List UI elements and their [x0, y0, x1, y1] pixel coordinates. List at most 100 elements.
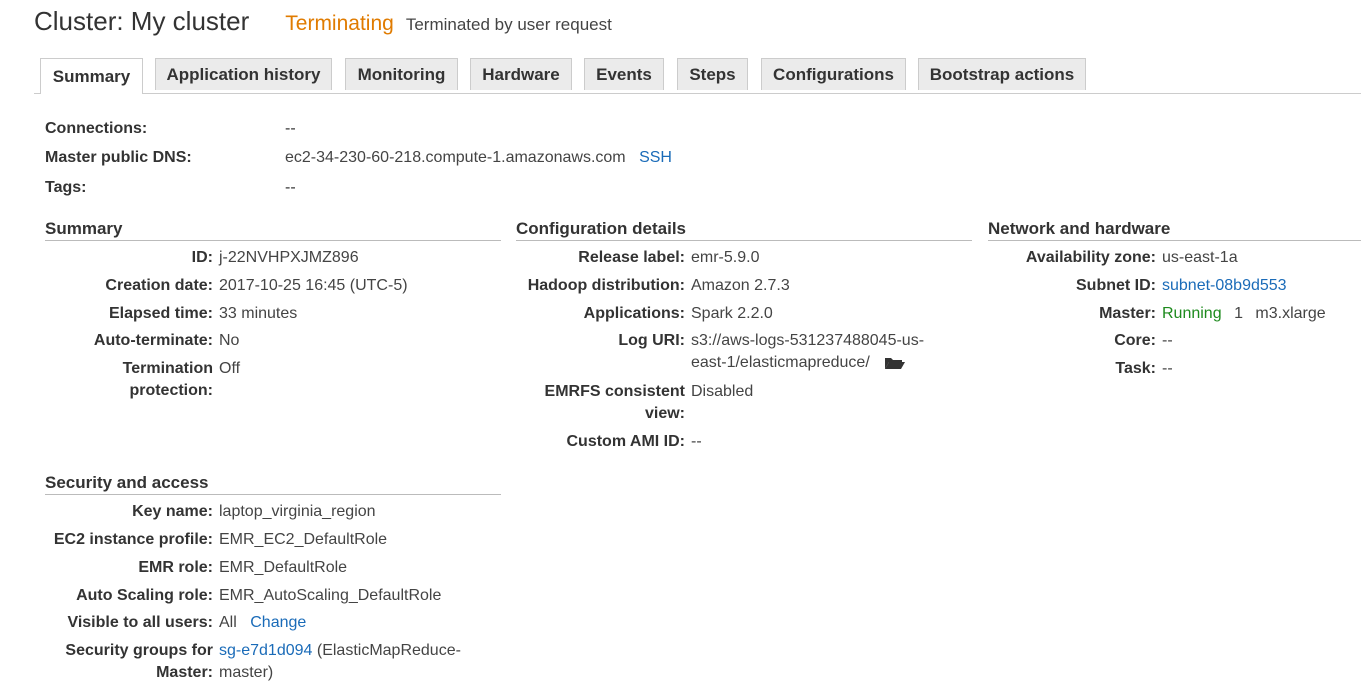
tab-steps[interactable]: Steps: [677, 58, 748, 90]
log-value-1: s3://aws-logs-531237488045-us-: [691, 332, 925, 349]
sg-link[interactable]: sg-e7d1d094: [219, 642, 312, 659]
log-label: Log URI:: [618, 332, 685, 349]
apps-row: Applications:: [516, 303, 685, 325]
task-row: Task:: [988, 358, 1156, 380]
elapsed-label: Elapsed time:: [108, 305, 213, 322]
az-row: Availability zone:: [988, 247, 1156, 269]
key-label: Key name:: [132, 503, 213, 520]
cluster-status: Terminating: [285, 12, 394, 35]
subnet-label: Subnet ID:: [1076, 277, 1156, 294]
emrfs-label-1: EMRFS consistent: [544, 383, 685, 400]
key-row: Key name:: [45, 501, 213, 523]
profile-value: EMR_EC2_DefaultRole: [219, 531, 388, 548]
core-value: --: [1162, 332, 1173, 349]
task-label: Task:: [1115, 360, 1156, 377]
autoterm-value: No: [219, 332, 240, 349]
config-section-title: Configuration details: [516, 219, 972, 241]
dns-label: Master public DNS:: [45, 149, 192, 166]
id-row: ID:: [45, 247, 213, 269]
dns-value: ec2-34-230-60-218.compute-1.amazonaws.co…: [285, 149, 626, 166]
emrfs-value: Disabled: [691, 383, 754, 400]
master-value: Running 1 m3.xlarge: [1162, 305, 1326, 323]
summary-section-title: Summary: [45, 219, 501, 241]
log-value-line-2: east-1/elasticmapreduce/: [691, 354, 906, 372]
tab-events[interactable]: Events: [584, 58, 664, 90]
elapsed-value: 33 minutes: [219, 305, 298, 322]
profile-label: EC2 instance profile:: [53, 531, 213, 548]
folder-open-icon[interactable]: [884, 356, 906, 370]
ssh-link[interactable]: SSH: [639, 149, 672, 166]
master-type: m3.xlarge: [1255, 305, 1326, 322]
emrfs-row: EMRFS consistent view:: [516, 381, 685, 425]
hadoop-label: Hadoop distribution:: [527, 277, 685, 294]
core-label: Core:: [1114, 332, 1156, 349]
emrfs-label-2: view:: [644, 405, 685, 422]
id-value: j-22NVHPXJMZ896: [219, 249, 359, 266]
tags-value: --: [285, 179, 296, 196]
sg-row: Security groups for Master:: [45, 640, 213, 684]
apps-value: Spark 2.2.0: [691, 305, 773, 322]
autoterm-label: Auto-terminate:: [93, 332, 213, 349]
autoscale-row: Auto Scaling role:: [45, 585, 213, 607]
elapsed-row: Elapsed time:: [45, 303, 213, 325]
tab-bootstrap-actions[interactable]: Bootstrap actions: [918, 58, 1086, 90]
termprot-label-2: protection:: [129, 382, 213, 399]
change-link[interactable]: Change: [250, 614, 306, 631]
tags-label: Tags:: [45, 179, 87, 196]
ami-row: Custom AMI ID:: [516, 431, 685, 453]
creation-label: Creation date:: [105, 277, 213, 294]
profile-row: EC2 instance profile:: [45, 529, 213, 551]
autoscale-value: EMR_AutoScaling_DefaultRole: [219, 587, 442, 604]
sg-value-2: master): [219, 664, 274, 681]
sg-label-1: Security groups for: [65, 642, 213, 659]
autoterm-row: Auto-terminate:: [45, 330, 241, 352]
connections-value: --: [285, 120, 296, 137]
emr-role-value: EMR_DefaultRole: [219, 559, 348, 576]
dns-label-row: Master public DNS:: [45, 149, 192, 167]
connections-label: Connections:: [45, 120, 148, 137]
task-value: --: [1162, 360, 1173, 377]
master-status: Running: [1162, 305, 1222, 322]
id-label: ID:: [191, 249, 213, 266]
master-count: 1: [1234, 305, 1243, 322]
apps-label: Applications:: [583, 305, 685, 322]
termprot-row: Termination protection:: [45, 358, 213, 402]
termprot-label-1: Termination: [122, 360, 213, 377]
dns-value-row: ec2-34-230-60-218.compute-1.amazonaws.co…: [285, 149, 672, 167]
tags-label-row: Tags:: [45, 179, 86, 197]
autoscale-label: Auto Scaling role:: [76, 587, 213, 604]
release-label: Release label:: [578, 249, 685, 266]
visible-value-row: All Change: [219, 614, 306, 632]
ami-value: --: [691, 433, 702, 450]
master-row: Master:: [988, 303, 1156, 325]
ami-label: Custom AMI ID:: [566, 433, 685, 450]
network-section-title: Network and hardware: [988, 219, 1361, 241]
page-header: Cluster: My cluster Terminating Terminat…: [34, 6, 612, 42]
sg-value-row: sg-e7d1d094 (ElasticMapReduce-: [219, 642, 461, 660]
sg-label-2: Master:: [156, 664, 213, 681]
hadoop-row: Hadoop distribution:: [516, 275, 685, 297]
tab-hardware[interactable]: Hardware: [470, 58, 572, 90]
sg-value-1: (ElasticMapReduce-: [316, 642, 461, 659]
tab-summary[interactable]: Summary: [40, 58, 143, 94]
az-value: us-east-1a: [1162, 249, 1238, 266]
subnet-row: Subnet ID:: [988, 275, 1156, 297]
visible-row: Visible to all users:: [45, 612, 213, 634]
core-row: Core:: [988, 330, 1156, 352]
emr-role-row: EMR role:: [45, 557, 213, 579]
security-section-title: Security and access: [45, 473, 501, 495]
log-value-2: east-1/elasticmapreduce/: [691, 354, 870, 371]
connections-row: Connections:: [45, 120, 147, 138]
termprot-value: Off: [219, 360, 241, 377]
creation-value: 2017-10-25 16:45 (UTC-5): [219, 277, 408, 294]
subnet-link[interactable]: subnet-08b9d553: [1162, 277, 1287, 295]
release-row: Release label:: [516, 247, 685, 269]
hadoop-value: Amazon 2.7.3: [691, 277, 790, 294]
tab-application-history[interactable]: Application history: [155, 58, 332, 90]
tab-configurations[interactable]: Configurations: [761, 58, 906, 90]
tab-monitoring[interactable]: Monitoring: [345, 58, 458, 90]
creation-row: Creation date:: [45, 275, 213, 297]
az-label: Availability zone:: [1025, 249, 1156, 266]
visible-label: Visible to all users:: [67, 614, 213, 631]
release-value: emr-5.9.0: [691, 249, 760, 266]
